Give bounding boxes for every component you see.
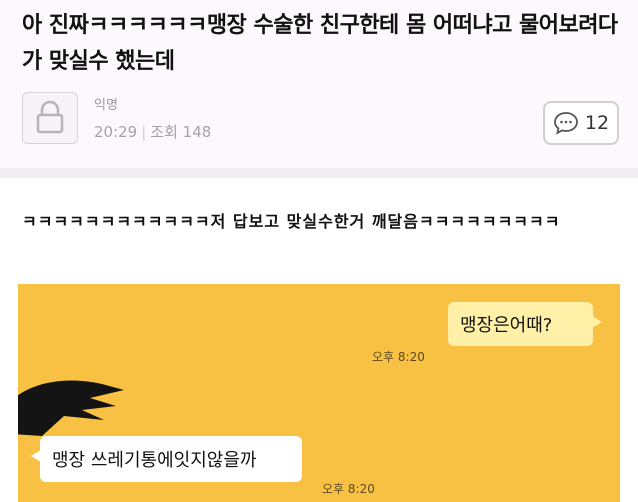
speech-bubble-icon xyxy=(554,112,578,135)
sent-message-text: 맹장은어때? xyxy=(460,315,553,336)
comment-count: 12 xyxy=(584,112,610,134)
divider xyxy=(0,168,638,178)
lock-icon xyxy=(36,100,64,134)
post-meta: 20:29 | 조회 148 xyxy=(94,121,211,142)
received-message-bubble: 맹장 쓰레기통에잇지않을까 xyxy=(31,436,302,482)
received-message-text: 맹장 쓰레기통에잇지않을까 xyxy=(52,450,257,471)
comment-button[interactable]: 12 xyxy=(543,101,619,145)
received-message-time: 오후 8:20 xyxy=(322,482,375,496)
view-count: 조회 148 xyxy=(150,123,212,141)
sent-message-time: 오후 8:20 xyxy=(372,350,425,364)
post-title: 아 진짜ㅋㅋㅋㅋㅋㅋ맹장 수술한 친구한테 몸 어떠냐고 물어보려다가 맞실수 … xyxy=(22,13,618,74)
post-body-text: ㅋㅋㅋㅋㅋㅋㅋㅋㅋㅋㅋㅋ저 답보고 맞실수한거 깨달음ㅋㅋㅋㅋㅋㅋㅋㅋㅋ xyxy=(22,212,561,231)
meta-separator: | xyxy=(141,123,147,141)
post-header: 아 진짜ㅋㅋㅋㅋㅋㅋ맹장 수술한 친구한테 몸 어떠냐고 물어보려다가 맞실수 … xyxy=(0,0,638,168)
redacted-profile xyxy=(18,380,124,436)
post-time: 20:29 xyxy=(94,123,138,141)
avatar xyxy=(22,92,78,144)
chat-screenshot: 맹장은어때? 오후 8:20 맹장 쓰레기통에잇지않을까 오후 8:20 xyxy=(18,284,620,502)
author-name: 익명 xyxy=(94,98,118,113)
sent-message-bubble: 맹장은어때? xyxy=(448,302,602,346)
